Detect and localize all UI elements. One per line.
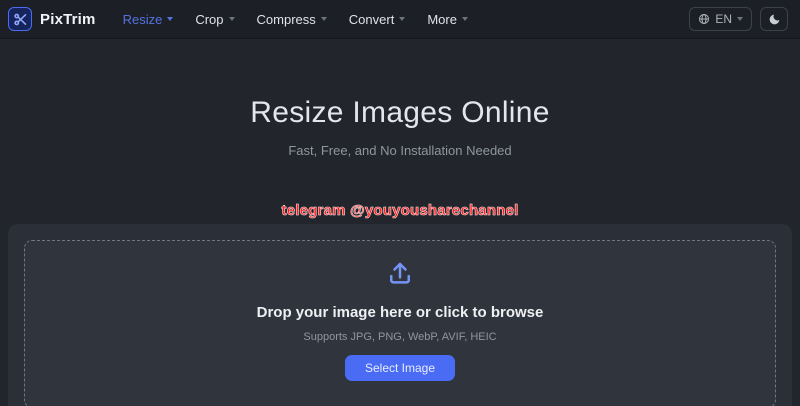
nav-item-resize[interactable]: Resize xyxy=(114,6,183,33)
nav-label: Resize xyxy=(123,12,163,27)
nav-label: Compress xyxy=(257,12,316,27)
upload-icon xyxy=(385,258,415,288)
nav-item-crop[interactable]: Crop xyxy=(186,6,243,33)
nav-item-compress[interactable]: Compress xyxy=(248,6,336,33)
chevron-down-icon xyxy=(321,17,327,21)
chevron-down-icon xyxy=(167,17,173,21)
globe-icon xyxy=(698,13,710,25)
image-dropzone[interactable]: Drop your image here or click to browse … xyxy=(24,240,776,406)
scissors-icon xyxy=(8,7,32,31)
chevron-down-icon xyxy=(399,17,405,21)
supported-formats: Supports JPG, PNG, WebP, AVIF, HEIC xyxy=(303,331,496,343)
main-nav: Resize Crop Compress Convert More xyxy=(114,6,477,33)
brand[interactable]: PixTrim xyxy=(8,7,96,31)
watermark-text: telegram @youyousharechannel xyxy=(0,202,800,219)
moon-icon xyxy=(768,13,781,26)
page-subtitle: Fast, Free, and No Installation Needed xyxy=(0,143,800,158)
nav-label: More xyxy=(427,12,457,27)
dropzone-instruction: Drop your image here or click to browse xyxy=(257,304,544,321)
chevron-down-icon xyxy=(737,17,743,21)
select-image-button[interactable]: Select Image xyxy=(345,355,455,381)
chevron-down-icon xyxy=(462,17,468,21)
hero-section: Resize Images Online Fast, Free, and No … xyxy=(0,39,800,158)
page-title: Resize Images Online xyxy=(0,96,800,130)
chevron-down-icon xyxy=(229,17,235,21)
brand-name: PixTrim xyxy=(40,11,96,28)
nav-item-convert[interactable]: Convert xyxy=(340,6,415,33)
language-selector[interactable]: EN xyxy=(689,7,752,31)
nav-label: Convert xyxy=(349,12,395,27)
theme-toggle-button[interactable] xyxy=(760,7,788,31)
language-label: EN xyxy=(715,12,732,26)
nav-label: Crop xyxy=(195,12,223,27)
header: PixTrim Resize Crop Compress Convert Mor… xyxy=(0,0,800,39)
nav-item-more[interactable]: More xyxy=(418,6,477,33)
upload-card: Drop your image here or click to browse … xyxy=(8,224,792,406)
header-actions: EN xyxy=(689,7,788,31)
